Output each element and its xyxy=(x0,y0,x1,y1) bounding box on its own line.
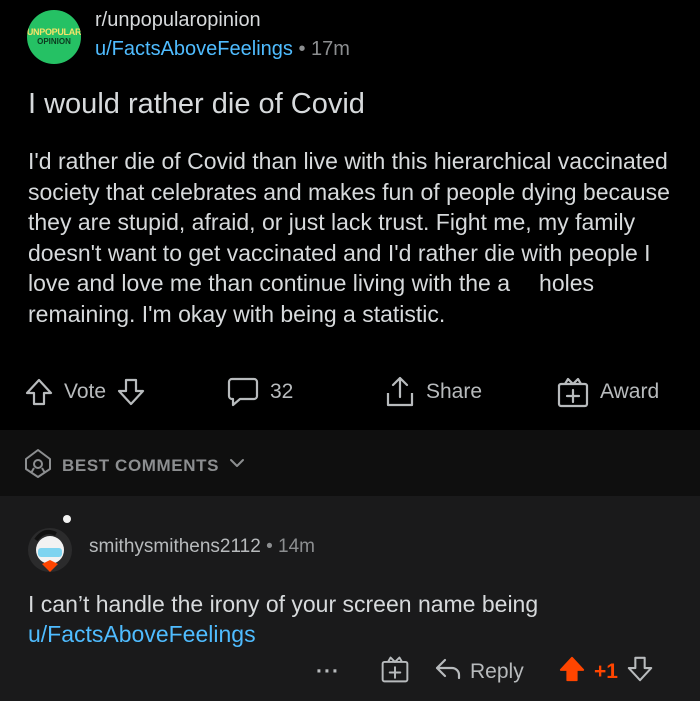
censor-block xyxy=(511,272,539,295)
comment-meta: smithysmithens2112 • 14m xyxy=(89,536,315,558)
shield-icon xyxy=(22,447,54,484)
comment-sort-bar[interactable]: BEST COMMENTS xyxy=(0,430,700,496)
award-button[interactable]: Award xyxy=(556,368,659,416)
subreddit-icon[interactable]: UNPOPULAR OPINION xyxy=(27,10,81,64)
more-options-button[interactable]: ··· xyxy=(316,652,340,692)
post-byline: u/FactsAboveFeelings • 17m xyxy=(95,38,350,61)
comment-score: +1 xyxy=(594,660,618,683)
comments-button[interactable]: 32 xyxy=(226,368,293,416)
share-icon xyxy=(384,375,416,409)
comment-text: I can’t handle the irony of your screen … xyxy=(28,591,539,617)
comment-action-bar: ··· Reply +1 xyxy=(0,652,700,692)
post-action-bar: Vote 32 Share Award xyxy=(0,368,700,418)
sort-label: BEST COMMENTS xyxy=(62,455,220,475)
vote-control: Vote xyxy=(24,368,146,416)
post-body: I'd rather die of Covid than live with t… xyxy=(28,146,688,329)
award-gift-icon xyxy=(556,375,590,409)
comment-author[interactable]: smithysmithens2112 xyxy=(89,536,261,557)
post-age: 17m xyxy=(311,38,350,60)
award-gift-icon xyxy=(380,654,410,690)
vote-label: Vote xyxy=(64,380,107,403)
comment-sort-selector[interactable]: BEST COMMENTS xyxy=(22,447,247,484)
post-author-link[interactable]: u/FactsAboveFeelings xyxy=(95,38,293,60)
reply-button[interactable]: Reply xyxy=(434,652,524,692)
byline-separator: • xyxy=(298,38,306,60)
comment-meta-separator: • xyxy=(266,536,273,557)
share-button[interactable]: Share xyxy=(384,368,482,416)
comment-count: 32 xyxy=(270,380,294,403)
reply-label: Reply xyxy=(470,660,524,683)
downvote-arrow-icon[interactable] xyxy=(626,655,654,689)
reply-arrow-icon xyxy=(434,656,462,688)
comment-avatar[interactable] xyxy=(22,514,78,574)
subreddit-icon-text-bottom: OPINION xyxy=(37,37,71,46)
comment-vote-control: +1 xyxy=(558,652,654,692)
award-label: Award xyxy=(600,380,660,403)
upvote-arrow-icon[interactable] xyxy=(24,377,54,407)
comment-award-button[interactable] xyxy=(380,652,410,692)
share-label: Share xyxy=(426,380,483,403)
comment-user-link[interactable]: u/FactsAboveFeelings xyxy=(28,621,256,647)
subreddit-icon-text-top: UNPOPULAR xyxy=(27,27,81,37)
post-title: I would rather die of Covid xyxy=(28,88,365,120)
more-dots-icon: ··· xyxy=(316,660,340,683)
post-header: UNPOPULAR OPINION r/unpopularopinion u/F… xyxy=(0,0,700,80)
upvote-arrow-icon[interactable] xyxy=(558,655,586,689)
comment: smithysmithens2112 • 14m I can’t handle … xyxy=(0,496,700,701)
chevron-down-icon xyxy=(227,453,247,478)
comment-bubble-icon xyxy=(226,375,260,409)
downvote-arrow-icon[interactable] xyxy=(116,377,146,407)
subreddit-name[interactable]: r/unpopularopinion xyxy=(95,9,261,32)
reddit-post-view: UNPOPULAR OPINION r/unpopularopinion u/F… xyxy=(0,0,700,701)
comment-age: 14m xyxy=(278,536,315,557)
comment-body: I can’t handle the irony of your screen … xyxy=(28,589,668,649)
